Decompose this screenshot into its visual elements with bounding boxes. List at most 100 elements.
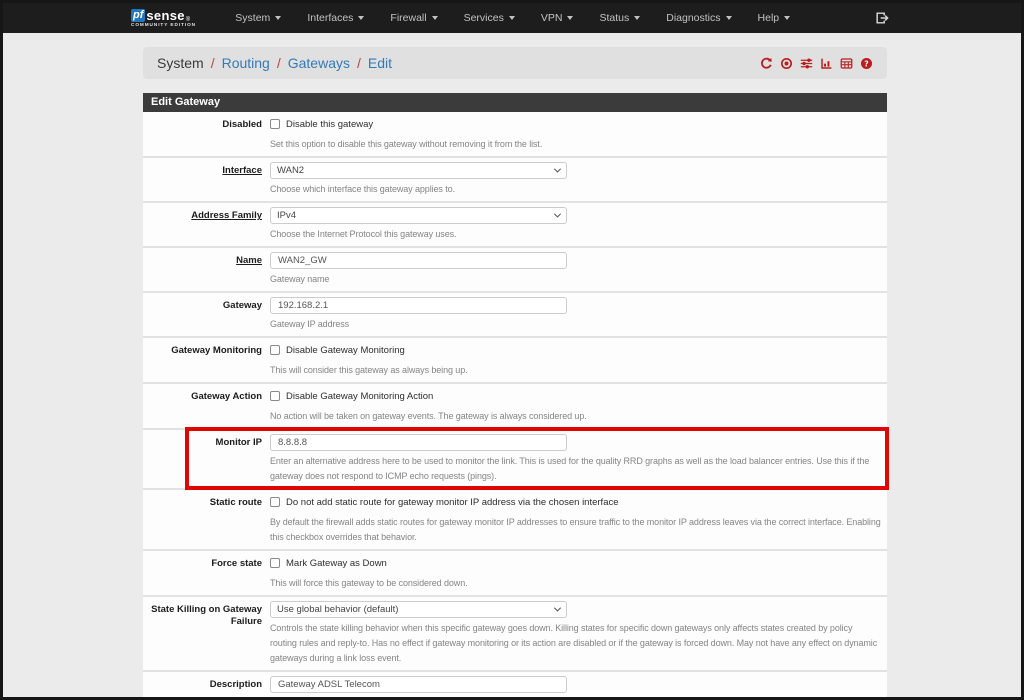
field-control: Disable Gateway Monitoring Action No act… — [270, 388, 881, 424]
nav-menu-vpn[interactable]: VPN — [528, 3, 587, 33]
form-row-interface: Interface WAN2 Choose which interface th… — [143, 156, 887, 201]
svg-text:?: ? — [864, 59, 868, 68]
select-value: WAN2 — [277, 165, 304, 176]
checkbox-box[interactable] — [270, 119, 280, 129]
breadcrumb: System/Routing/Gateways/Edit — [157, 55, 392, 71]
checkbox-static-route[interactable]: Do not add static route for gateway moni… — [270, 495, 619, 510]
form-row-gateway-monitoring: Gateway Monitoring Disable Gateway Monit… — [143, 336, 887, 382]
input-monitor-ip[interactable] — [270, 434, 567, 451]
select-state-killing-on-gateway-failure[interactable]: Use global behavior (default) — [270, 601, 567, 618]
form-row-address-family: Address Family IPv4 Choose the Internet … — [143, 201, 887, 246]
nav-menu-help[interactable]: Help — [745, 3, 804, 33]
field-help-gateway-monitoring: This will consider this gateway as alway… — [270, 363, 881, 378]
nav-menu-label: System — [235, 12, 270, 24]
checkbox-box[interactable] — [270, 497, 280, 507]
chevron-down-icon — [554, 166, 561, 173]
checkbox-label: Mark Gateway as Down — [286, 558, 387, 569]
gateway-form: Disabled Disable this gateway Set this o… — [143, 112, 887, 700]
chevron-down-icon — [554, 605, 561, 612]
nav-menu-status[interactable]: Status — [586, 3, 653, 33]
caret-down-icon — [509, 16, 515, 20]
nav-menu-label: Diagnostics — [666, 12, 720, 24]
sign-out-button[interactable] — [875, 11, 889, 25]
logo-wordmark: pf sense ® — [131, 8, 214, 23]
field-label-description: Description — [143, 676, 262, 700]
field-control: Gateway name — [270, 252, 881, 287]
field-control: WAN2 Choose which interface this gateway… — [270, 162, 881, 197]
top-navbar: pf sense ® COMMUNITY EDITION System Inter… — [3, 3, 1021, 33]
nav-menu-services[interactable]: Services — [451, 3, 528, 33]
field-label-interface: Interface — [143, 162, 262, 197]
select-value: IPv4 — [277, 210, 296, 221]
help-icon[interactable]: ? — [860, 57, 873, 70]
pfsense-logo[interactable]: pf sense ® COMMUNITY EDITION — [131, 8, 214, 29]
caret-down-icon — [275, 16, 281, 20]
checkbox-force-state[interactable]: Mark Gateway as Down — [270, 556, 387, 571]
field-label-gateway: Gateway — [143, 297, 262, 332]
field-help-force-state: This will force this gateway to be consi… — [270, 576, 881, 591]
refresh-icon[interactable] — [760, 57, 773, 70]
breadcrumb-item-system: System — [157, 55, 204, 71]
nav-menu-firewall[interactable]: Firewall — [377, 3, 450, 33]
field-label-force-state: Force state — [143, 555, 262, 591]
checkbox-gateway-monitoring[interactable]: Disable Gateway Monitoring — [270, 343, 405, 358]
form-row-static-route: Static route Do not add static route for… — [143, 488, 887, 549]
field-control: Disable this gateway Set this option to … — [270, 116, 881, 152]
checkbox-box[interactable] — [270, 391, 280, 401]
checkbox-box[interactable] — [270, 558, 280, 568]
select-value: Use global behavior (default) — [277, 604, 398, 615]
form-row-gateway: Gateway Gateway IP address — [143, 291, 887, 336]
select-interface[interactable]: WAN2 — [270, 162, 567, 179]
panel-title: Edit Gateway — [143, 93, 887, 112]
field-control: Enter an alternative address here to be … — [270, 434, 881, 484]
select-address-family[interactable]: IPv4 — [270, 207, 567, 224]
checkbox-box[interactable] — [270, 345, 280, 355]
checkbox-label: Disable Gateway Monitoring — [286, 345, 405, 356]
field-help-state-killing-on-gateway-failure: Controls the state killing behavior when… — [270, 621, 881, 666]
nav-menu-diagnostics[interactable]: Diagnostics — [653, 3, 744, 33]
checkbox-gateway-action[interactable]: Disable Gateway Monitoring Action — [270, 389, 433, 404]
table-icon[interactable] — [840, 57, 853, 70]
field-label-static-route: Static route — [143, 494, 262, 545]
logo-pf-badge: pf — [131, 9, 145, 22]
field-label-name: Name — [143, 252, 262, 287]
field-control: Do not add static route for gateway moni… — [270, 494, 881, 545]
edit-gateway-panel: Edit Gateway Disabled Disable this gatew… — [143, 93, 887, 700]
caret-down-icon — [634, 16, 640, 20]
caret-down-icon — [567, 16, 573, 20]
breadcrumb-link-gateways[interactable]: Gateways — [288, 55, 350, 71]
breadcrumb-link-edit[interactable]: Edit — [368, 55, 392, 71]
field-label-monitor-ip: Monitor IP — [143, 434, 262, 484]
breadcrumb-link-routing[interactable]: Routing — [222, 55, 270, 71]
input-description[interactable] — [270, 676, 567, 693]
input-gateway[interactable] — [270, 297, 567, 314]
nav-menu-label: Status — [599, 12, 629, 24]
caret-down-icon — [432, 16, 438, 20]
page-content: System/Routing/Gateways/Edit ? Edit Gate… — [143, 47, 887, 700]
breadcrumb-separator: / — [277, 55, 281, 71]
pfsense-page: pf sense ® COMMUNITY EDITION System Inter… — [0, 0, 1024, 700]
checkbox-label: Do not add static route for gateway moni… — [286, 497, 619, 508]
checkbox-disabled[interactable]: Disable this gateway — [270, 117, 373, 132]
field-help-interface: Choose which interface this gateway appl… — [270, 182, 881, 197]
chart-icon[interactable] — [820, 57, 833, 70]
field-help-static-route: By default the firewall adds static rout… — [270, 515, 881, 545]
nav-menu-label: Help — [758, 12, 780, 24]
field-control: Gateway IP address — [270, 297, 881, 332]
nav-menus: System Interfaces Firewall ServicesVPN Statu… — [222, 3, 803, 33]
nav-menu-label: Firewall — [390, 12, 426, 24]
input-name[interactable] — [270, 252, 567, 269]
field-label-disabled: Disabled — [143, 116, 262, 152]
nav-menu-interfaces[interactable]: Interfaces — [294, 3, 377, 33]
breadcrumb-separator: / — [357, 55, 361, 71]
dot-circle-icon[interactable] — [780, 57, 793, 70]
form-row-gateway-action: Gateway Action Disable Gateway Monitorin… — [143, 382, 887, 428]
sliders-icon[interactable] — [800, 57, 813, 70]
caret-down-icon — [726, 16, 732, 20]
checkbox-label: Disable this gateway — [286, 119, 373, 130]
caret-down-icon — [784, 16, 790, 20]
field-help-address-family: Choose the Internet Protocol this gatewa… — [270, 227, 881, 242]
field-label-gateway-monitoring: Gateway Monitoring — [143, 342, 262, 378]
logo-edition-text: COMMUNITY EDITION — [131, 23, 196, 28]
nav-menu-system[interactable]: System — [222, 3, 294, 33]
